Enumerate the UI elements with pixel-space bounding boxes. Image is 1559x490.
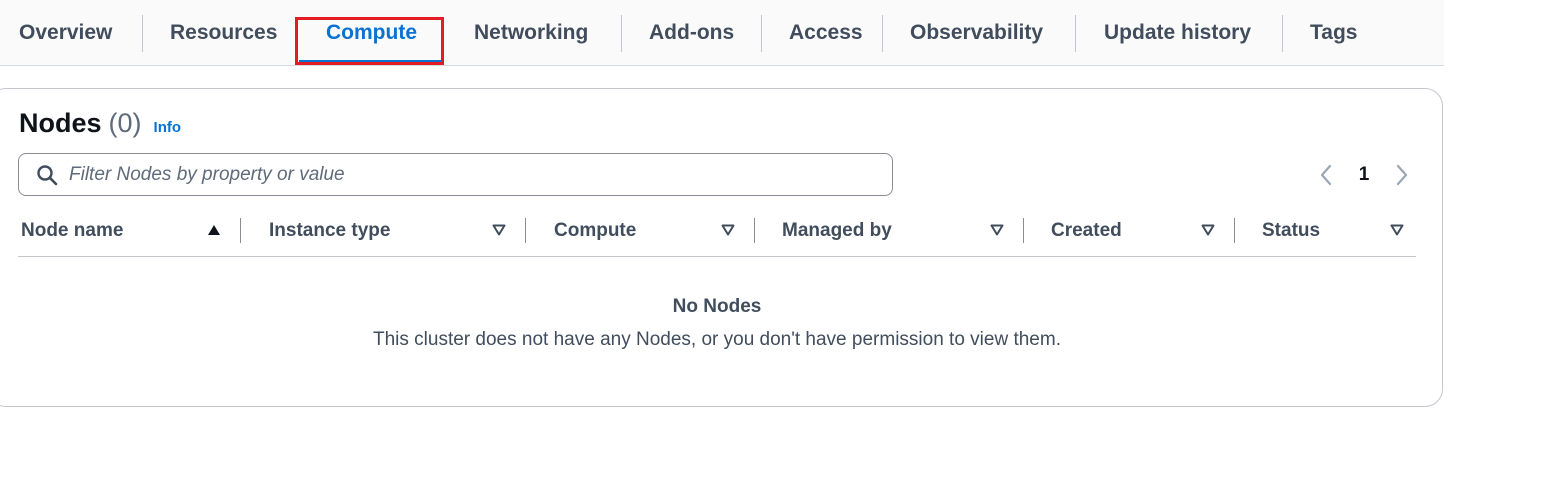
tab-divider	[1282, 15, 1283, 52]
column-resizer[interactable]	[1023, 218, 1024, 243]
tab-access[interactable]: Access	[789, 0, 863, 66]
page-number-button[interactable]: 1	[1350, 160, 1378, 190]
sort-descending-outline-icon[interactable]	[989, 222, 1005, 238]
empty-state-title: No Nodes	[672, 296, 762, 317]
column-header-compute[interactable]: Compute	[554, 212, 636, 250]
sort-descending-outline-icon[interactable]	[720, 222, 736, 238]
tab-add-ons[interactable]: Add-ons	[649, 0, 734, 66]
nodes-panel	[0, 88, 1443, 407]
search-input[interactable]	[67, 162, 892, 187]
column-header-node-name[interactable]: Node name	[21, 212, 123, 250]
column-resizer[interactable]	[525, 218, 526, 243]
sort-descending-outline-icon[interactable]	[1200, 222, 1216, 238]
tab-divider	[621, 15, 622, 52]
column-header-managed-by[interactable]: Managed by	[782, 212, 892, 250]
sort-ascending-icon[interactable]	[206, 222, 222, 238]
panel-header: Nodes (0) Info	[19, 108, 181, 144]
sort-descending-outline-icon[interactable]	[1389, 222, 1405, 238]
tab-tags[interactable]: Tags	[1310, 0, 1357, 66]
column-header-instance-type[interactable]: Instance type	[269, 212, 390, 250]
next-page-button[interactable]	[1392, 160, 1412, 190]
filter-search-box[interactable]	[18, 153, 893, 196]
tab-update-history[interactable]: Update history	[1104, 0, 1251, 66]
tab-bar: Overview Resources Compute Networking Ad…	[0, 0, 1444, 66]
tab-resources[interactable]: Resources	[170, 0, 277, 66]
tab-networking[interactable]: Networking	[474, 0, 588, 66]
sort-descending-outline-icon[interactable]	[491, 222, 507, 238]
empty-state-message: This cluster does not have any Nodes, or…	[373, 329, 1061, 350]
panel-title: Nodes	[19, 108, 102, 138]
column-resizer[interactable]	[754, 218, 755, 243]
chevron-left-icon	[1320, 164, 1332, 186]
tab-observability[interactable]: Observability	[910, 0, 1043, 66]
highlight-box	[295, 17, 444, 65]
search-icon	[36, 164, 58, 186]
tab-divider	[882, 15, 883, 52]
info-link[interactable]: Info	[154, 119, 182, 136]
column-header-created[interactable]: Created	[1051, 212, 1122, 250]
chevron-right-icon	[1396, 164, 1408, 186]
table-header-divider	[18, 256, 1416, 257]
column-resizer[interactable]	[1234, 218, 1235, 243]
tab-overview[interactable]: Overview	[19, 0, 112, 66]
node-count: (0)	[108, 108, 142, 138]
tab-divider	[142, 15, 143, 52]
column-resizer[interactable]	[240, 218, 241, 243]
tab-divider	[761, 15, 762, 52]
column-header-status[interactable]: Status	[1262, 212, 1320, 250]
previous-page-button[interactable]	[1316, 160, 1336, 190]
tab-divider	[1075, 15, 1076, 52]
